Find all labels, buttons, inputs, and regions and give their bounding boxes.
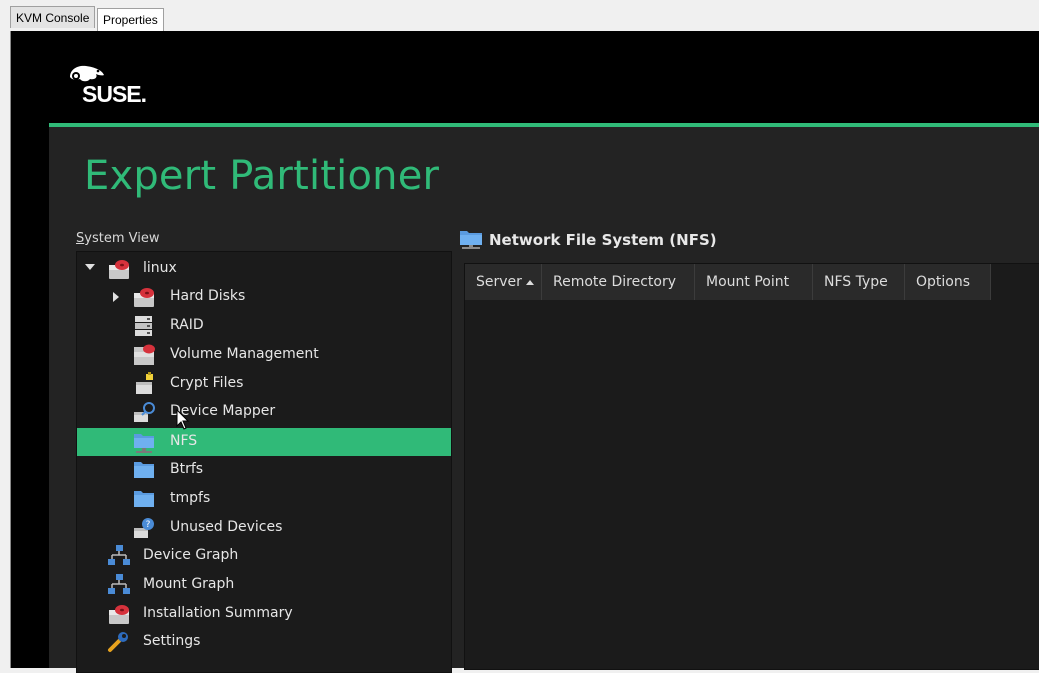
tree-item-label: NFS <box>170 433 198 449</box>
page-title: Expert Partitioner <box>84 153 440 199</box>
tree-item-hard-disks[interactable]: Hard Disks <box>77 283 451 311</box>
kvm-tab-strip: KVM Console Properties <box>0 0 1039 32</box>
tree-item-volume-management[interactable]: Volume Management <box>77 341 451 369</box>
tree-item-label: Device Graph <box>143 547 239 563</box>
nfs-table-header: Server Remote Directory Mount Point NFS … <box>465 264 1039 300</box>
system-view-label-text: ystem View <box>84 231 160 246</box>
tree-item-label: Mount Graph <box>143 576 235 592</box>
tree-item-label: tmpfs <box>170 490 211 506</box>
nfs-table[interactable]: Server Remote Directory Mount Point NFS … <box>464 263 1039 670</box>
folder-icon <box>134 491 154 507</box>
crypt-files-icon <box>136 372 153 394</box>
system-view-label: System View <box>76 231 159 246</box>
device-mapper-icon <box>134 402 155 422</box>
mouse-cursor-icon <box>176 409 190 430</box>
tree-item-label: Volume Management <box>170 346 319 362</box>
tab-properties[interactable]: Properties <box>97 8 164 31</box>
tree-item-crypt-files[interactable]: Crypt Files <box>77 370 451 398</box>
yast-header: SUSE. <box>11 31 1039 123</box>
expert-partitioner-dialog: Expert Partitioner System View linux Har… <box>49 127 1039 673</box>
tree-item-label: RAID <box>170 317 204 333</box>
tree-item-label: Installation Summary <box>143 605 293 621</box>
column-header-options[interactable]: Options <box>905 264 991 300</box>
collapse-arrow-icon[interactable] <box>85 264 95 270</box>
suse-logo: SUSE. <box>68 61 168 111</box>
raid-icon <box>135 316 152 336</box>
unused-devices-icon: ? <box>134 518 154 538</box>
kvm-screen: SUSE. Expert Partitioner System View lin… <box>11 31 1039 673</box>
volume-management-icon <box>134 344 155 365</box>
tree-item-installation-summary[interactable]: Installation Summary <box>77 600 451 628</box>
system-view-tree[interactable]: linux Hard Disks RAID Volume Management … <box>76 251 452 673</box>
tree-item-label: linux <box>143 260 177 276</box>
column-header-nfs-type[interactable]: NFS Type <box>813 264 905 300</box>
tree-item-device-mapper[interactable]: Device Mapper <box>77 398 451 426</box>
tree-item-label: Settings <box>143 633 201 649</box>
hard-disk-icon <box>109 260 129 279</box>
graph-icon <box>108 574 130 594</box>
network-folder-icon <box>134 434 154 453</box>
column-header-mount-point[interactable]: Mount Point <box>695 264 813 300</box>
hard-disk-icon <box>134 288 154 307</box>
column-header-server[interactable]: Server <box>465 264 542 300</box>
expand-arrow-icon[interactable] <box>113 292 119 302</box>
column-header-remote-directory[interactable]: Remote Directory <box>542 264 695 300</box>
tree-item-btrfs[interactable]: Btrfs <box>77 456 451 484</box>
tree-item-unused-devices[interactable]: ? Unused Devices <box>77 514 451 542</box>
tree-item-label: Crypt Files <box>170 375 244 391</box>
tree-item-raid[interactable]: RAID <box>77 312 451 340</box>
folder-icon <box>134 462 154 478</box>
tree-item-device-graph[interactable]: Device Graph <box>77 542 451 570</box>
tab-kvm-console[interactable]: KVM Console <box>10 6 96 28</box>
console-frame-border <box>0 31 11 668</box>
column-header-label: Server <box>476 274 522 290</box>
tree-item-tmpfs[interactable]: tmpfs <box>77 485 451 513</box>
hard-disk-icon <box>109 605 129 624</box>
tree-item-label: Btrfs <box>170 461 204 477</box>
tree-item-label: Unused Devices <box>170 519 283 535</box>
nfs-panel-title: Network File System (NFS) <box>489 231 717 249</box>
graph-icon <box>108 545 130 565</box>
tree-item-mount-graph[interactable]: Mount Graph <box>77 571 451 599</box>
tree-item-label: Hard Disks <box>170 288 246 304</box>
sort-ascending-icon <box>525 279 534 285</box>
wrench-icon <box>108 632 128 652</box>
tree-item-settings[interactable]: Settings <box>77 628 451 656</box>
network-folder-icon <box>460 231 482 249</box>
svg-text:?: ? <box>146 520 151 530</box>
tree-item-nfs[interactable]: NFS <box>77 428 451 456</box>
suse-wordmark: SUSE. <box>82 81 147 107</box>
tree-item-linux[interactable]: linux <box>77 255 451 283</box>
